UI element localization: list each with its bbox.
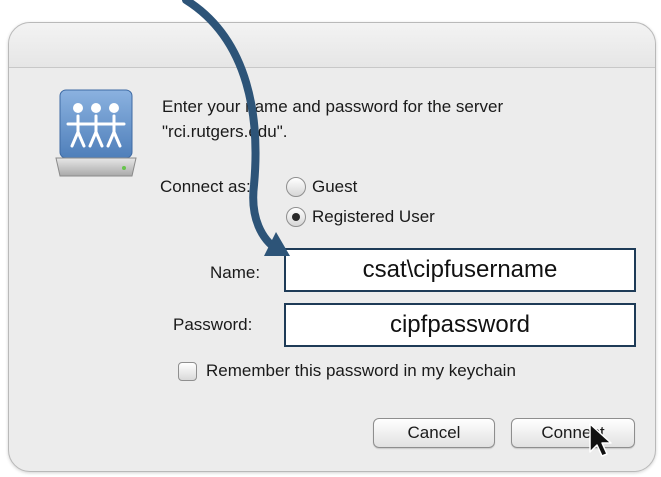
server-prompt-text: Enter your name and password for the ser… (162, 94, 622, 144)
prompt-line-2: "rci.rutgers.edu". (162, 122, 288, 141)
connect-button[interactable]: Connect (511, 418, 635, 448)
cancel-button[interactable]: Cancel (373, 418, 495, 448)
remember-checkbox-label[interactable]: Remember this password in my keychain (206, 361, 516, 381)
connect-as-label: Connect as: (160, 177, 251, 196)
guest-radio-label[interactable]: Guest (312, 177, 357, 197)
guest-radio[interactable] (286, 177, 306, 197)
password-field[interactable] (284, 303, 636, 347)
registered-user-radio[interactable] (286, 207, 306, 227)
prompt-line-1: Enter your name and password for the ser… (162, 97, 504, 116)
name-label: Name: (210, 263, 261, 282)
password-label: Password: (173, 315, 253, 334)
registered-user-radio-label[interactable]: Registered User (312, 207, 435, 227)
name-field[interactable] (284, 248, 636, 292)
dialog-titlebar (9, 23, 655, 68)
remember-checkbox[interactable] (178, 362, 197, 381)
shared-server-icon (55, 89, 137, 177)
